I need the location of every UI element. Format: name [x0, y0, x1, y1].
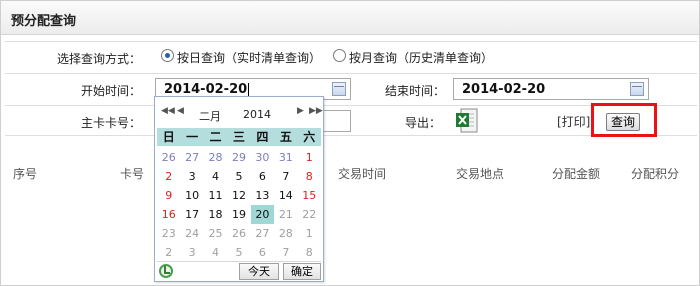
calendar-day[interactable]: 16: [157, 205, 180, 224]
query-panel: 预分配查询 选择查询方式： 按日查询（实时清单查询） 按月查询（历史清单查询） …: [0, 0, 700, 286]
calendar-day[interactable]: 13: [251, 186, 274, 205]
weekday-label: 一: [186, 130, 199, 144]
calendar-day[interactable]: 29: [227, 148, 250, 167]
column-header-points: 分配积分: [631, 167, 680, 181]
calendar-day[interactable]: 11: [204, 186, 227, 205]
calendar-week: 2 3 4 5 6 7 8: [157, 167, 321, 186]
panel-title: 预分配查询: [11, 14, 77, 29]
calendar-day[interactable]: 14: [274, 186, 297, 205]
weekday-label: 四: [256, 130, 269, 144]
calendar-day[interactable]: 31: [274, 148, 297, 167]
calendar-day[interactable]: 4: [204, 167, 227, 186]
calendar-day[interactable]: 5: [227, 243, 250, 262]
query-mode-label: 选择查询方式：: [56, 52, 141, 66]
export-label: 导出：: [404, 116, 441, 130]
calendar-day[interactable]: 27: [251, 224, 274, 243]
column-header-location: 交易地点: [456, 167, 505, 181]
start-time-label: 开始时间：: [80, 84, 141, 98]
weekday-header: 日 一 二 三 四 五 六: [157, 128, 321, 146]
query-mode-row: 选择查询方式： 按日查询（实时清单查询） 按月查询（历史清单查询）: [5, 41, 697, 71]
start-date-value: 2014-02-20: [164, 82, 248, 97]
text-caret: [248, 82, 250, 97]
weekday-label: 五: [279, 130, 292, 144]
date-range-row: 开始时间： 2014-02-20 结束时间： 2014-02-20: [5, 73, 697, 103]
today-button[interactable]: 今天: [239, 263, 279, 280]
next-year-icon[interactable]: ▶▶: [309, 106, 323, 116]
calendar-month[interactable]: 二月: [199, 108, 221, 124]
date-picker-popup: ◀◀ ◀ 二月 2014 ▶ ▶▶ 日 一 二 三 四 五 六 26 27 28…: [154, 96, 324, 282]
calendar-week: 9 10 11 12 13 14 15: [157, 186, 321, 205]
calendar-day[interactable]: 7: [274, 167, 297, 186]
calendar-day[interactable]: 26: [227, 224, 250, 243]
column-header-card: 卡号: [120, 167, 145, 181]
calendar-icon[interactable]: [332, 82, 346, 96]
calendar-day[interactable]: 12: [227, 186, 250, 205]
clear-icon[interactable]: [159, 264, 173, 278]
calendar-week: 23 24 25 26 27 28 1: [157, 224, 321, 243]
calendar-footer: 今天 确定: [155, 263, 323, 281]
end-date-value: 2014-02-20: [462, 82, 546, 97]
calendar-day[interactable]: 19: [227, 205, 250, 224]
calendar-divider: [157, 261, 321, 262]
calendar-day[interactable]: 6: [251, 243, 274, 262]
weekday-label: 日: [162, 130, 175, 144]
calendar-day[interactable]: 28: [204, 148, 227, 167]
calendar-day[interactable]: 1: [298, 148, 321, 167]
radio-monthly-label[interactable]: 按月查询（历史清单查询）: [349, 49, 493, 66]
calendar-day[interactable]: 30: [251, 148, 274, 167]
calendar-day[interactable]: 25: [204, 224, 227, 243]
column-header-time: 交易时间: [338, 167, 387, 181]
calendar-day[interactable]: 27: [180, 148, 203, 167]
calendar-day[interactable]: 2: [157, 167, 180, 186]
radio-daily-query[interactable]: [161, 49, 174, 62]
calendar-day[interactable]: 9: [157, 186, 180, 205]
weekday-label: 二: [209, 130, 222, 144]
query-button[interactable]: 查询: [606, 113, 640, 131]
calendar-day[interactable]: 4: [204, 243, 227, 262]
calendar-year[interactable]: 2014: [243, 108, 271, 121]
calendar-day[interactable]: 21: [274, 205, 297, 224]
calendar-day[interactable]: 18: [204, 205, 227, 224]
end-date-input[interactable]: 2014-02-20: [453, 78, 649, 100]
weekday-label: 三: [232, 130, 245, 144]
calendar-day[interactable]: 10: [180, 186, 203, 205]
calendar-day[interactable]: 6: [251, 167, 274, 186]
calendar-day[interactable]: 3: [180, 243, 203, 262]
radio-monthly-query[interactable]: [333, 49, 346, 62]
ok-button[interactable]: 确定: [283, 263, 321, 280]
calendar-day[interactable]: 3: [180, 167, 203, 186]
calendar-grid: 26 27 28 29 30 31 1 2 3 4 5 6 7 8 9 10 1…: [157, 148, 321, 262]
next-month-icon[interactable]: ▶: [297, 106, 304, 116]
calendar-day[interactable]: 5: [227, 167, 250, 186]
print-link[interactable]: [打印]: [557, 113, 590, 130]
main-card-label: 主卡卡号：: [80, 116, 141, 130]
weekday-label: 六: [303, 130, 316, 144]
calendar-day[interactable]: 7: [274, 243, 297, 262]
calendar-week: 16 17 18 19 20 21 22: [157, 205, 321, 224]
calendar-day[interactable]: 24: [180, 224, 203, 243]
calendar-day[interactable]: 23: [157, 224, 180, 243]
calendar-day[interactable]: 8: [298, 167, 321, 186]
end-time-label: 结束时间：: [384, 84, 445, 98]
radio-daily-label[interactable]: 按日查询（实时清单查询）: [177, 49, 321, 66]
prev-year-icon[interactable]: ◀◀: [161, 106, 175, 116]
calendar-week: 2 3 4 5 6 7 8: [157, 243, 321, 262]
calendar-day[interactable]: 22: [298, 205, 321, 224]
column-header-amount: 分配金额: [552, 167, 601, 181]
calendar-day-selected[interactable]: 20: [250, 205, 275, 224]
calendar-day[interactable]: 28: [274, 224, 297, 243]
calendar-day[interactable]: 1: [298, 224, 321, 243]
excel-icon[interactable]: [455, 108, 479, 134]
calendar-day[interactable]: 8: [298, 243, 321, 262]
panel-header: 预分配查询: [1, 1, 699, 35]
calendar-icon[interactable]: [630, 82, 644, 96]
calendar-day[interactable]: 17: [180, 205, 203, 224]
calendar-day[interactable]: 15: [298, 186, 321, 205]
calendar-week: 26 27 28 29 30 31 1: [157, 148, 321, 167]
calendar-day[interactable]: 26: [157, 148, 180, 167]
calendar-nav: ◀◀ ◀ 二月 2014 ▶ ▶▶: [155, 97, 323, 127]
prev-month-icon[interactable]: ◀: [177, 106, 184, 116]
column-header-index: 序号: [13, 167, 38, 181]
calendar-day[interactable]: 2: [157, 243, 180, 262]
